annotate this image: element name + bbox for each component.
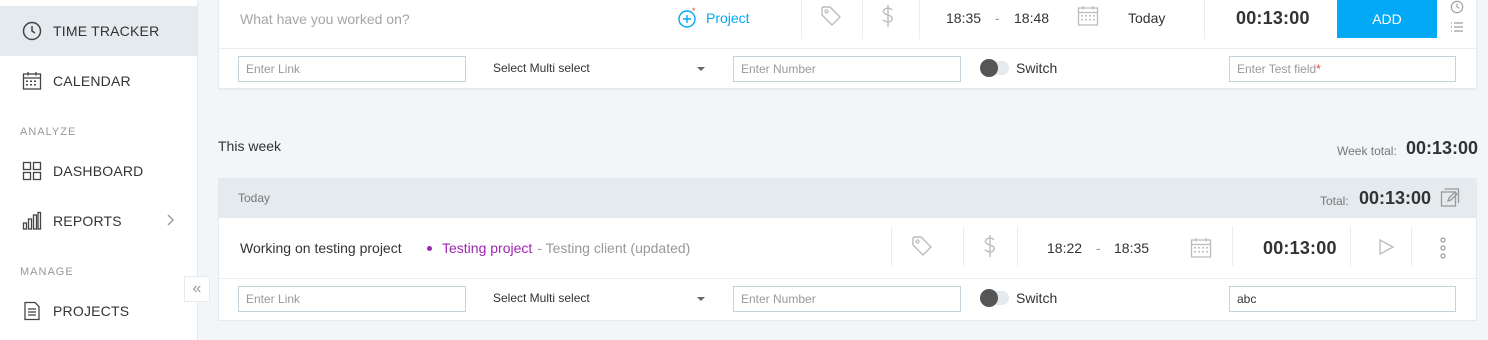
description-input[interactable]: What have you worked on? <box>240 11 410 27</box>
sidebar-item-time-tracker[interactable]: TIME TRACKER <box>0 6 197 56</box>
entry-description[interactable]: Working on testing project <box>240 240 402 256</box>
test-field-placeholder: Enter Test field <box>1237 62 1317 76</box>
project-picker-button[interactable]: * Project <box>677 7 750 29</box>
svg-text:*: * <box>692 7 696 16</box>
calendar-icon <box>21 70 43 92</box>
number-field[interactable]: Enter Number <box>733 286 961 312</box>
multi-select-dropdown[interactable]: Select Multi select <box>485 56 711 82</box>
client-name: - Testing client (updated) <box>537 240 691 256</box>
end-time-input[interactable]: 18:48 <box>1014 10 1049 26</box>
date-label[interactable]: Today <box>1128 10 1165 26</box>
switch-track <box>980 59 1009 77</box>
sidebar-item-label: REPORTS <box>53 213 122 229</box>
entry-project[interactable]: Testing project - Testing client (update… <box>427 240 690 256</box>
sidebar-item-projects[interactable]: PROJECTS <box>0 286 197 336</box>
link-field[interactable]: Enter Link <box>238 286 466 312</box>
time-separator: - <box>995 10 1000 26</box>
time-separator: - <box>1096 240 1101 256</box>
project-color-dot <box>427 245 432 251</box>
sidebar-item-reports[interactable]: REPORTS <box>0 196 197 246</box>
project-name: Testing project <box>442 240 533 256</box>
sidebar-item-label: CALENDAR <box>53 73 131 89</box>
day-total-value: 00:13:00 <box>1359 188 1432 208</box>
switch-track <box>980 289 1009 307</box>
switch-label: Switch <box>1016 60 1058 76</box>
week-total-label: Week total: <box>1337 144 1397 158</box>
sidebar-item-dashboard[interactable]: DASHBOARD <box>0 146 197 196</box>
required-marker: * <box>1316 62 1321 76</box>
caret-down-icon <box>697 67 705 71</box>
bulk-edit-icon[interactable] <box>1440 188 1462 208</box>
add-button[interactable]: ADD <box>1337 0 1437 38</box>
timer-mode-clock-icon[interactable] <box>1449 0 1465 14</box>
more-options-icon[interactable] <box>1438 236 1448 260</box>
sidebar-item-label: PROJECTS <box>53 303 130 319</box>
sidebar-item-calendar[interactable]: CALENDAR <box>0 56 197 106</box>
collapse-sidebar-button[interactable]: « <box>184 276 210 302</box>
date-picker-icon[interactable] <box>1190 237 1212 259</box>
dashboard-icon <box>21 160 43 182</box>
chevron-right-icon <box>167 214 174 226</box>
manual-mode-list-icon[interactable] <box>1450 20 1464 34</box>
billable-dollar-icon[interactable] <box>879 4 897 28</box>
section-label-manage: MANAGE <box>20 266 74 278</box>
projects-icon <box>21 300 43 322</box>
number-field[interactable]: Enter Number <box>733 56 961 82</box>
test-field[interactable]: abc <box>1229 286 1456 312</box>
entry-start-time[interactable]: 18:22 <box>1047 240 1082 256</box>
timer-duration[interactable]: 00:13:00 <box>1236 8 1310 29</box>
time-tracker-bar: What have you worked on? * Project 18:35… <box>218 0 1477 89</box>
section-label-analyze: ANALYZE <box>20 126 77 138</box>
multi-select-dropdown[interactable]: Select Multi select <box>485 286 711 312</box>
week-title: This week <box>218 138 282 154</box>
clock-icon <box>21 20 43 42</box>
switch-toggle[interactable]: Switch <box>980 59 1058 77</box>
switch-label: Switch <box>1016 290 1058 306</box>
sidebar: TIME TRACKER CALENDAR ANALYZE DASHBOARD … <box>0 0 198 340</box>
billable-dollar-icon[interactable] <box>981 234 999 258</box>
reports-icon <box>21 210 43 232</box>
add-project-icon: * <box>678 7 696 28</box>
sidebar-item-label: DASHBOARD <box>53 163 144 179</box>
test-field[interactable]: Enter Test field* <box>1229 56 1456 82</box>
switch-toggle[interactable]: Switch <box>980 289 1058 307</box>
tag-icon[interactable] <box>911 235 933 257</box>
start-time-input[interactable]: 18:35 <box>946 10 981 26</box>
multi-select-label: Select Multi select <box>493 61 590 75</box>
play-icon[interactable] <box>1377 238 1395 256</box>
date-picker-icon[interactable] <box>1077 5 1099 27</box>
time-entry-row: Working on testing project Testing proje… <box>218 218 1477 321</box>
tag-icon[interactable] <box>820 5 842 27</box>
multi-select-label: Select Multi select <box>493 291 590 305</box>
sidebar-item-label: TIME TRACKER <box>53 23 160 39</box>
link-field[interactable]: Enter Link <box>238 56 466 82</box>
entry-duration[interactable]: 00:13:00 <box>1263 238 1337 259</box>
project-label: Project <box>706 10 750 26</box>
week-total-value: 00:13:00 <box>1406 138 1479 158</box>
double-chevron-left-icon: « <box>192 280 202 297</box>
day-group-header: Today Total: 00:13:00 <box>218 178 1477 218</box>
entry-end-time[interactable]: 18:35 <box>1114 240 1149 256</box>
day-label: Today <box>238 191 271 205</box>
caret-down-icon <box>697 297 705 301</box>
day-total-label: Total: <box>1320 194 1349 208</box>
